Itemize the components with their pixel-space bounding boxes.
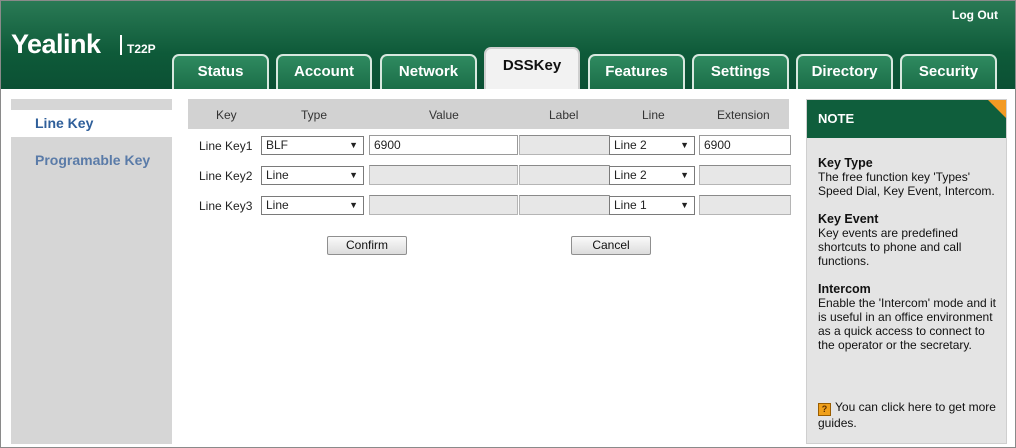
line-key1-label: Line Key1 xyxy=(199,139,253,153)
line-key3-label-input xyxy=(519,195,610,215)
line-key1-label-input xyxy=(519,135,610,155)
tab-account[interactable]: Account xyxy=(276,54,372,89)
note-panel: NOTE Key Type The free function key 'Typ… xyxy=(806,99,1007,444)
line-key3-extension-input xyxy=(699,195,791,215)
note-section-text: Enable the 'Intercom' mode and it is use… xyxy=(818,296,997,352)
note-corner-fold xyxy=(988,100,1006,118)
note-section-title: Key Type xyxy=(818,156,873,170)
line-key1-value-input[interactable]: 6900 xyxy=(369,135,518,155)
sidebar-item-line-key[interactable]: Line Key xyxy=(11,110,172,137)
dropdown-arrow-icon: ▼ xyxy=(349,170,358,180)
selected-value: BLF xyxy=(266,138,289,152)
note-title: NOTE xyxy=(807,100,1006,138)
header-extension: Extension xyxy=(717,108,770,122)
header-line: Line xyxy=(642,108,665,122)
tab-network[interactable]: Network xyxy=(380,54,477,89)
logo-separator xyxy=(120,35,122,55)
dropdown-arrow-icon: ▼ xyxy=(680,170,689,180)
line-key2-extension-input xyxy=(699,165,791,185)
tab-directory[interactable]: Directory xyxy=(796,54,893,89)
selected-value: Line xyxy=(266,198,289,212)
guide-icon: ? xyxy=(818,403,831,416)
model-name: T22P xyxy=(127,42,156,56)
note-section-key-type: Key Type The free function key 'Types' S… xyxy=(818,156,1003,198)
note-section-intercom: Intercom Enable the 'Intercom' mode and … xyxy=(818,282,1003,352)
table-header: Key Type Value Label Line Extension xyxy=(188,99,789,129)
dropdown-arrow-icon: ▼ xyxy=(349,200,358,210)
dropdown-arrow-icon: ▼ xyxy=(349,140,358,150)
line-key3-label: Line Key3 xyxy=(199,199,253,213)
note-section-text: The free function key 'Types' Speed Dial… xyxy=(818,170,995,198)
selected-value: Line 2 xyxy=(614,138,647,152)
sidebar-item-programable-key[interactable]: Programable Key xyxy=(11,147,172,174)
line-key1-line-select[interactable]: Line 2 ▼ xyxy=(609,136,695,155)
dropdown-arrow-icon: ▼ xyxy=(680,200,689,210)
app-window: Yealink T22P Log Out Status Account Netw… xyxy=(0,0,1016,448)
confirm-button[interactable]: Confirm xyxy=(327,236,407,255)
line-key3-line-select[interactable]: Line 1 ▼ xyxy=(609,196,695,215)
line-key2-value-input xyxy=(369,165,518,185)
selected-value: Line xyxy=(266,168,289,182)
more-guides-link[interactable]: ? You can click here to get more guides. xyxy=(818,400,998,431)
note-section-text: Key events are predefined shortcuts to p… xyxy=(818,226,962,268)
header-type: Type xyxy=(301,108,328,122)
note-body: Key Type The free function key 'Types' S… xyxy=(818,156,1003,366)
logout-link[interactable]: Log Out xyxy=(952,8,998,22)
selected-value: Line 2 xyxy=(614,168,647,182)
dropdown-arrow-icon: ▼ xyxy=(680,140,689,150)
line-key2-label: Line Key2 xyxy=(199,169,253,183)
tab-settings[interactable]: Settings xyxy=(692,54,789,89)
tab-security[interactable]: Security xyxy=(900,54,997,89)
note-section-key-event: Key Event Key events are predefined shor… xyxy=(818,212,1003,268)
tab-status[interactable]: Status xyxy=(172,54,269,89)
line-key2-line-select[interactable]: Line 2 ▼ xyxy=(609,166,695,185)
cancel-button[interactable]: Cancel xyxy=(571,236,651,255)
header-bar: Yealink T22P Log Out Status Account Netw… xyxy=(1,1,1015,89)
note-section-title: Intercom xyxy=(818,282,871,296)
yealink-logo: Yealink xyxy=(11,29,101,59)
header-value: Value xyxy=(429,108,459,122)
header-key: Key xyxy=(216,108,237,122)
selected-value: Line 1 xyxy=(614,198,647,212)
line-key3-type-select[interactable]: Line ▼ xyxy=(261,196,364,215)
line-key3-value-input xyxy=(369,195,518,215)
sidebar: Line Key Programable Key xyxy=(11,99,172,444)
tab-dsskey[interactable]: DSSKey xyxy=(484,47,580,89)
note-section-title: Key Event xyxy=(818,212,879,226)
line-key2-type-select[interactable]: Line ▼ xyxy=(261,166,364,185)
more-guides-text: You can click here to get more guides. xyxy=(818,400,996,430)
line-key1-extension-input[interactable]: 6900 xyxy=(699,135,791,155)
header-label: Label xyxy=(549,108,579,122)
tab-features[interactable]: Features xyxy=(588,54,685,89)
line-key1-type-select[interactable]: BLF ▼ xyxy=(261,136,364,155)
line-key2-label-input xyxy=(519,165,610,185)
